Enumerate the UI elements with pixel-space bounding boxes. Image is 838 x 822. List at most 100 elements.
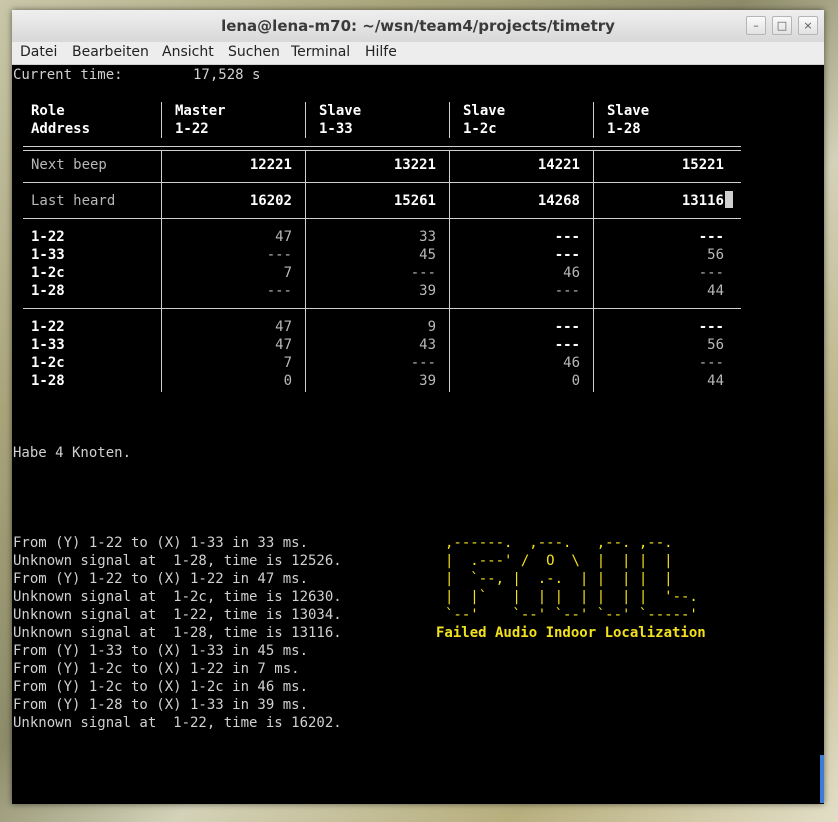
next-beep-value: 13221: [393, 157, 436, 173]
log-line: Unknown signal at 1-22, time is 16202.: [13, 715, 342, 731]
matrix1-cell: ---: [698, 265, 724, 281]
matrix2-cell: 43: [419, 337, 436, 353]
log-line: From (Y) 1-22 to (X) 1-33 in 33 ms.: [13, 535, 309, 551]
matrix1-cell: 44: [707, 283, 724, 299]
table-divider: [593, 102, 594, 138]
matrix2-cell: 0: [283, 373, 292, 389]
menu-datei[interactable]: Datei: [20, 44, 57, 60]
matrix2-cell: 47: [275, 319, 292, 335]
matrix2-cell: ---: [554, 337, 580, 353]
table-divider: [305, 102, 306, 138]
address-slave: 1-33: [319, 121, 353, 137]
last-heard-value: 13116: [681, 193, 724, 209]
matrix2-cell: 9: [427, 319, 436, 335]
matrix2-addr: 1-2c: [31, 355, 65, 371]
matrix1-cell: ---: [554, 283, 580, 299]
log-line: From (Y) 1-2c to (X) 1-22 in 7 ms.: [13, 661, 300, 677]
address-slave: 1-2c: [463, 121, 497, 137]
matrix2-cell: 7: [283, 355, 292, 371]
menu-bar: Datei Bearbeiten Ansicht Suchen Terminal…: [12, 42, 824, 65]
terminal-window: lena@lena-m70: ~/wsn/team4/projects/time…: [12, 10, 824, 804]
last-heard-label: Last heard: [31, 193, 116, 209]
minimize-button[interactable]: –: [746, 16, 766, 35]
matrix1-cell: 56: [707, 247, 724, 263]
log-line: Unknown signal at 1-22, time is 13034.: [13, 607, 342, 623]
matrix1-addr: 1-22: [31, 229, 65, 245]
last-heard-value: 15261: [393, 193, 436, 209]
nodes-count-line: Habe 4 Knoten.: [13, 445, 132, 461]
matrix1-cell: ---: [266, 247, 292, 263]
matrix2-cell: 56: [707, 337, 724, 353]
last-heard-value: 14268: [537, 193, 580, 209]
header-slave: Slave: [607, 103, 650, 119]
matrix1-cell: ---: [698, 229, 724, 245]
matrix2-cell: ---: [698, 319, 724, 335]
matrix2-cell: 39: [419, 373, 436, 389]
address-master: 1-22: [175, 121, 209, 137]
next-beep-value: 15221: [681, 157, 724, 173]
matrix2-cell: ---: [554, 319, 580, 335]
terminal-cursor: [725, 191, 733, 208]
header-slave: Slave: [463, 103, 506, 119]
matrix2-cell: ---: [410, 355, 436, 371]
menu-bearbeiten[interactable]: Bearbeiten: [72, 44, 149, 60]
matrix1-cell: ---: [266, 283, 292, 299]
matrix1-addr: 1-28: [31, 283, 65, 299]
table-separator: [23, 218, 741, 219]
table-divider: [449, 102, 450, 138]
ascii-logo-line: | `--, | .-. | | | | |: [445, 571, 673, 587]
next-beep-value: 12221: [249, 157, 292, 173]
window-title: lena@lena-m70: ~/wsn/team4/projects/time…: [221, 17, 615, 35]
log-line: Unknown signal at 1-28, time is 13116.: [13, 625, 342, 641]
log-line: From (Y) 1-22 to (X) 1-22 in 47 ms.: [13, 571, 309, 587]
menu-hilfe[interactable]: Hilfe: [365, 44, 397, 60]
header-role: Role: [31, 103, 65, 119]
title-bar[interactable]: lena@lena-m70: ~/wsn/team4/projects/time…: [12, 10, 824, 43]
maximize-button[interactable]: □: [772, 16, 792, 35]
matrix2-addr: 1-28: [31, 373, 65, 389]
ascii-logo-line: ,------. ,---. ,--. ,--.: [445, 535, 673, 551]
log-line: From (Y) 1-28 to (X) 1-33 in 39 ms.: [13, 697, 309, 713]
matrix1-cell: ---: [554, 229, 580, 245]
next-beep-value: 14221: [537, 157, 580, 173]
matrix1-addr: 1-2c: [31, 265, 65, 281]
menu-ansicht[interactable]: Ansicht: [162, 44, 214, 60]
log-line: Unknown signal at 1-2c, time is 12630.: [13, 589, 342, 605]
menu-suchen[interactable]: Suchen: [228, 44, 280, 60]
matrix1-cell: ---: [554, 247, 580, 263]
header-master: Master: [175, 103, 226, 119]
table-divider: [161, 102, 162, 138]
ascii-logo-line: | .---' / O \ | | | |: [445, 553, 673, 569]
header-slave: Slave: [319, 103, 362, 119]
matrix2-cell: 46: [563, 355, 580, 371]
matrix1-cell: ---: [410, 265, 436, 281]
ascii-logo-line: | |` | | | | | | | '--.: [445, 589, 698, 605]
table-separator: [23, 308, 741, 309]
matrix1-cell: 47: [275, 229, 292, 245]
matrix1-cell: 45: [419, 247, 436, 263]
address-slave: 1-28: [607, 121, 641, 137]
next-beep-label: Next beep: [31, 157, 107, 173]
matrix2-cell: 47: [275, 337, 292, 353]
log-line: Unknown signal at 1-28, time is 12526.: [13, 553, 342, 569]
matrix1-cell: 46: [563, 265, 580, 281]
log-line: From (Y) 1-33 to (X) 1-33 in 45 ms.: [13, 643, 309, 659]
matrix2-cell: 44: [707, 373, 724, 389]
matrix1-cell: 33: [419, 229, 436, 245]
menu-terminal[interactable]: Terminal: [291, 44, 350, 60]
table-separator: [23, 182, 741, 183]
close-button[interactable]: ×: [798, 16, 818, 35]
terminal-output[interactable]: Current time: 17,528 s Role Master Slave…: [12, 65, 824, 804]
matrix1-addr: 1-33: [31, 247, 65, 263]
matrix1-cell: 7: [283, 265, 292, 281]
matrix2-cell: 0: [571, 373, 580, 389]
matrix2-addr: 1-22: [31, 319, 65, 335]
log-line: From (Y) 1-2c to (X) 1-2c in 46 ms.: [13, 679, 309, 695]
ascii-logo-caption: Failed Audio Indoor Localization: [436, 625, 706, 641]
last-heard-value: 16202: [249, 193, 292, 209]
current-time-value: 17,528 s: [193, 67, 261, 83]
matrix2-addr: 1-33: [31, 337, 65, 353]
table-separator: [23, 146, 741, 151]
terminal-scrollbar[interactable]: [820, 755, 824, 803]
matrix2-cell: ---: [698, 355, 724, 371]
